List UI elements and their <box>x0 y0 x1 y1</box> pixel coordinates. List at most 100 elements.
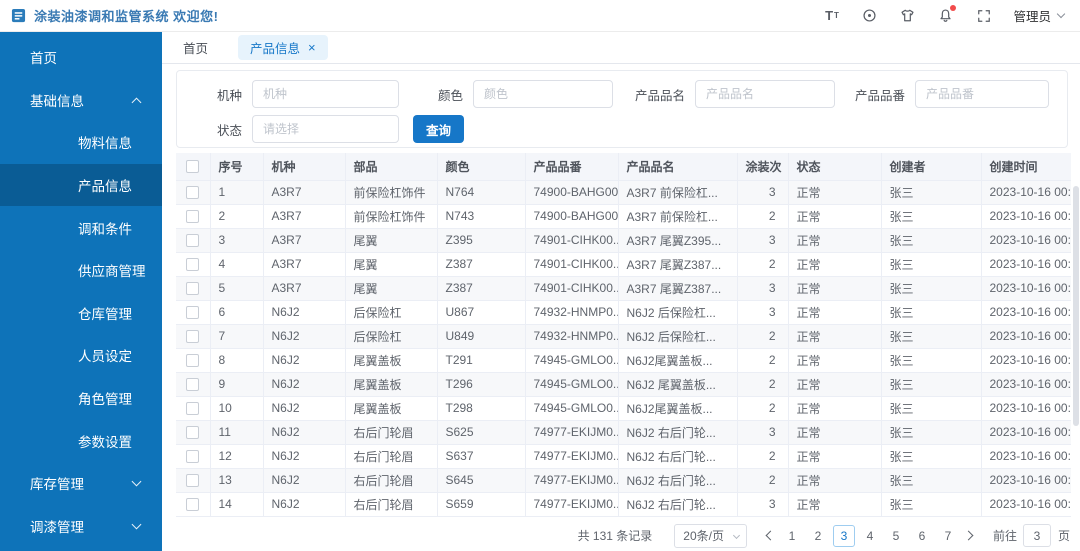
chevron-down-icon <box>131 476 142 487</box>
sidebar-item-home[interactable]: 首页 <box>0 36 162 79</box>
table-cell: N6J2 <box>263 324 346 349</box>
chevron-down-icon <box>131 519 142 529</box>
data-table: 序号 机种 部品 颜色 产品品番 产品品名 涂装次 状态 创建者 创建时间 1 A3R7 前保险杠饰件… <box>176 153 1079 517</box>
sidebar-item-label: 基础信息 <box>30 93 84 109</box>
table-cell: 正常 <box>788 300 882 325</box>
user-name: 管理员 <box>1013 10 1051 24</box>
row-checkbox[interactable] <box>186 330 200 344</box>
sidebar-item-label: 首页 <box>30 51 57 67</box>
sidebar-item-paint-mgmt[interactable]: 调漆管理 <box>0 505 162 548</box>
row-checkbox[interactable] <box>186 258 200 272</box>
column-header: 序号 <box>210 153 264 181</box>
page-size-select[interactable]: 20条/页 <box>674 523 747 548</box>
font-size-icon[interactable]: TT <box>823 7 840 24</box>
table-cell: 2023-10-16 00:... <box>981 396 1071 421</box>
row-checkbox[interactable] <box>186 282 200 296</box>
row-checkbox[interactable] <box>186 306 200 320</box>
table-cell: 右后门轮眉 <box>345 420 438 445</box>
row-checkbox[interactable] <box>186 474 200 488</box>
table-cell: N6J2 右后门轮... <box>618 444 738 469</box>
table-cell: N764 <box>437 180 526 205</box>
machine-filter: 机种 <box>192 80 399 108</box>
bell-icon[interactable] <box>937 5 957 24</box>
page-button-6[interactable]: 6 <box>911 525 933 547</box>
table-scrollbar[interactable] <box>1073 186 1079 426</box>
table-cell: 74977-EKIJM0... <box>525 468 619 493</box>
row-select-cell <box>176 324 211 349</box>
sidebar-item-basic-info[interactable]: 基础信息 <box>0 79 162 122</box>
table-cell: A3R7 <box>263 180 346 205</box>
row-checkbox[interactable] <box>186 498 200 512</box>
machine-label: 机种 <box>216 88 242 103</box>
column-header: 机种 <box>263 153 346 181</box>
table-cell: 2 <box>737 204 789 229</box>
filter-row-1: 机种 颜色 产品品名 产品品番 <box>192 80 1052 108</box>
table-cell: 2 <box>737 468 789 493</box>
page-size-value: 20条/页 <box>683 528 724 543</box>
sidebar-item-warehouse-mgmt[interactable]: 仓库管理 <box>0 292 162 335</box>
tab-product-info[interactable]: 产品信息 × <box>238 35 328 60</box>
row-checkbox[interactable] <box>186 402 200 416</box>
close-icon[interactable]: × <box>308 41 316 54</box>
table-row: 10 N6J2 尾翼盖板 T298 74945-GMLO0... N6J2尾翼盖板... 2… <box>176 396 1071 421</box>
table-cell: 74901-CIHK00... <box>525 276 619 301</box>
theme-shirt-icon[interactable] <box>899 7 916 24</box>
row-checkbox[interactable] <box>186 426 200 440</box>
tab-home[interactable]: 首页 <box>179 35 212 60</box>
table-cell: 3 <box>210 228 264 253</box>
table-cell: 5 <box>210 276 264 301</box>
table-cell: 2023-10-16 00:... <box>981 204 1071 229</box>
row-checkbox[interactable] <box>186 234 200 248</box>
column-header: 创建者 <box>881 153 982 181</box>
table-cell: 张三 <box>881 420 982 445</box>
circle-dot-icon[interactable] <box>861 7 878 24</box>
page-button-3[interactable]: 3 <box>832 524 855 547</box>
product-name-input[interactable] <box>695 80 835 108</box>
notification-badge <box>950 5 957 11</box>
row-checkbox[interactable] <box>186 210 200 224</box>
table-cell: 3 <box>737 276 789 301</box>
next-page-button[interactable] <box>961 525 977 547</box>
sidebar-item-supplier-mgmt[interactable]: 供应商管理 <box>0 249 162 292</box>
table-cell: N6J2尾翼盖板... <box>618 396 738 421</box>
fullscreen-icon[interactable] <box>975 7 992 24</box>
color-filter: 颜色 <box>435 80 613 108</box>
table-cell: A3R7 尾翼Z387... <box>618 276 738 301</box>
sidebar-item-parameter-setting[interactable]: 参数设置 <box>0 419 162 462</box>
color-input[interactable] <box>473 80 613 108</box>
sidebar-item-blend-condition[interactable]: 调和条件 <box>0 206 162 249</box>
machine-input[interactable] <box>252 80 399 108</box>
page-button-4[interactable]: 4 <box>859 525 881 547</box>
table-cell: 9 <box>210 372 264 397</box>
product-no-input[interactable] <box>915 80 1049 108</box>
row-checkbox[interactable] <box>186 450 200 464</box>
table-cell: 74945-GMLO0... <box>525 348 619 373</box>
sidebar-item-inventory-mgmt[interactable]: 库存管理 <box>0 462 162 505</box>
row-checkbox[interactable] <box>186 378 200 392</box>
table-header-row: 序号 机种 部品 颜色 产品品番 产品品名 涂装次 状态 创建者 创建时间 <box>176 153 1071 181</box>
table-cell: 2023-10-16 00:... <box>981 300 1071 325</box>
page-button-2[interactable]: 2 <box>807 525 829 547</box>
table-cell: 张三 <box>881 228 982 253</box>
user-menu[interactable]: 管理员 <box>1013 6 1066 25</box>
sidebar-item-material-info[interactable]: 物料信息 <box>0 121 162 164</box>
sidebar-item-personnel-setting[interactable]: 人员设定 <box>0 334 162 377</box>
prev-page-button[interactable] <box>763 525 779 547</box>
row-checkbox[interactable] <box>186 186 200 200</box>
goto-page-input[interactable] <box>1022 524 1051 547</box>
page-list: 1234567 <box>779 524 961 547</box>
table-cell: 正常 <box>788 276 882 301</box>
status-select[interactable] <box>252 115 399 143</box>
search-button[interactable]: 查询 <box>413 115 465 143</box>
sidebar-item-product-info[interactable]: 产品信息 <box>0 163 162 207</box>
column-header: 创建时间 <box>981 153 1071 181</box>
page-button-7[interactable]: 7 <box>937 525 959 547</box>
page-button-1[interactable]: 1 <box>781 525 803 547</box>
page-button-5[interactable]: 5 <box>885 525 907 547</box>
goto-label: 前往 <box>992 529 1017 543</box>
sidebar-item-role-mgmt[interactable]: 角色管理 <box>0 377 162 420</box>
select-all-checkbox[interactable] <box>186 160 200 174</box>
row-checkbox[interactable] <box>186 354 200 368</box>
chevron-up-icon <box>131 97 142 108</box>
table-cell: 正常 <box>788 396 882 421</box>
